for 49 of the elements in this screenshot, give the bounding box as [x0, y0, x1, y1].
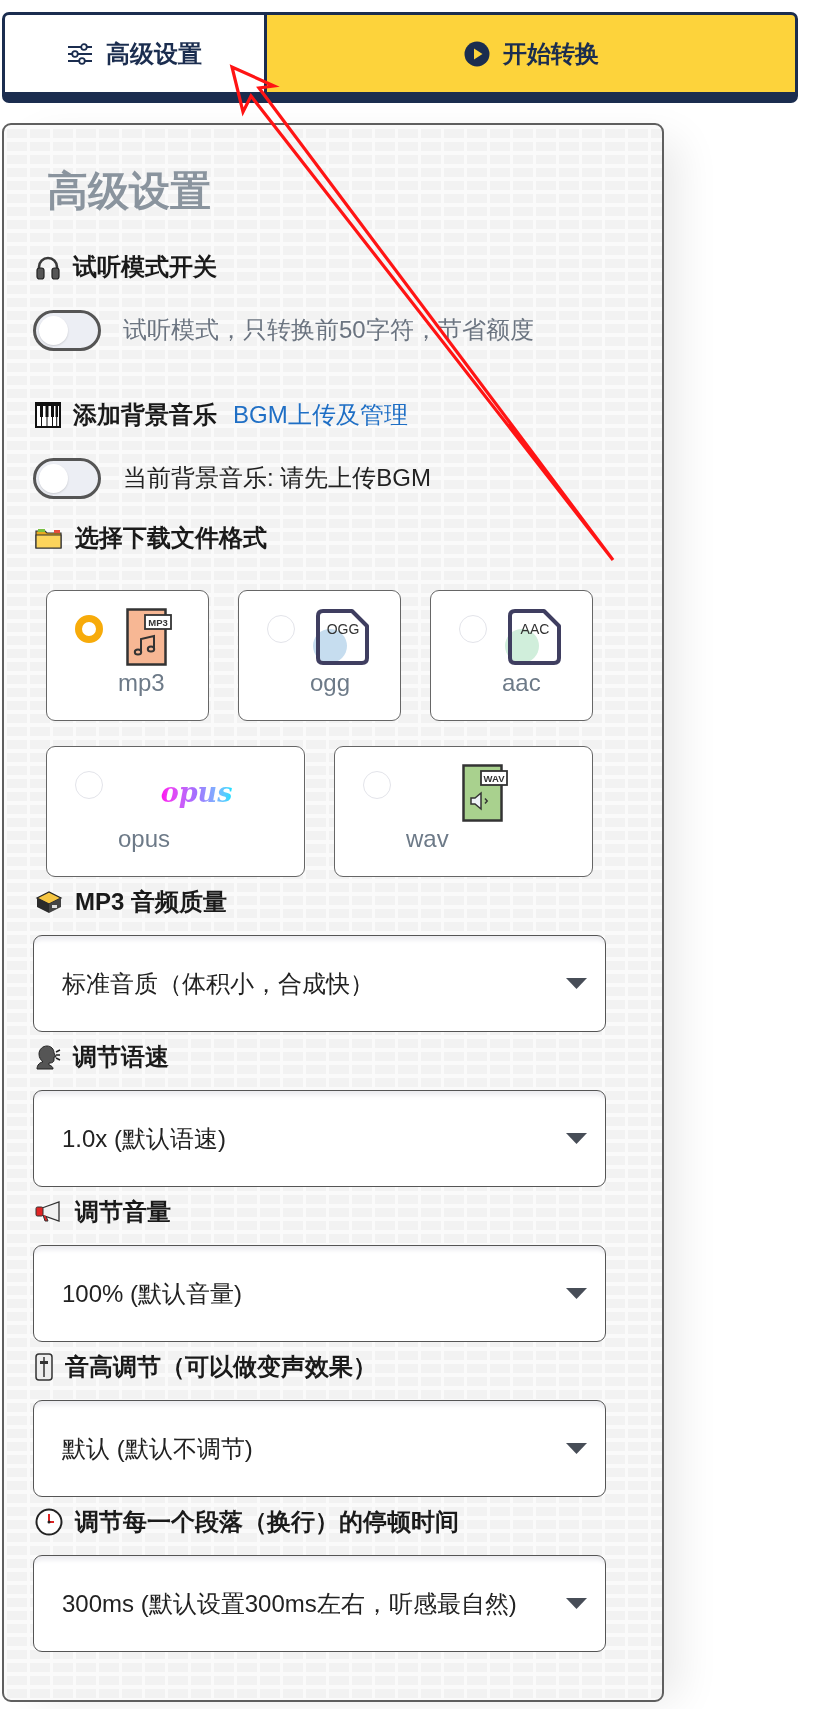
- dropdown[interactable]: 标准音质（体积小，合成快）: [33, 935, 606, 1032]
- section-heading: 调节语速: [73, 1042, 169, 1072]
- section-heading: MP3 音频质量: [75, 887, 227, 917]
- format-option[interactable]: OGG ogg: [238, 590, 401, 721]
- file-box-icon: [35, 890, 63, 914]
- caret-icon: [566, 1443, 587, 1454]
- toggle-switch[interactable]: [33, 309, 101, 351]
- play-icon: [463, 40, 490, 67]
- folder-icon: [35, 527, 63, 549]
- section-heading: 音高调节（可以做变声效果）: [65, 1352, 377, 1382]
- section-heading: 调节每一个段落（换行）的停顿时间: [75, 1507, 459, 1537]
- sliders-icon: [67, 42, 93, 65]
- format-label: OGG: [326, 621, 359, 637]
- section-heading: 选择下载文件格式: [75, 523, 267, 553]
- format-option[interactable]: WAV wav: [334, 746, 593, 877]
- caret-icon: [566, 1288, 587, 1299]
- speaker-file-icon: [461, 764, 503, 822]
- caret-icon: [566, 1598, 587, 1609]
- section-heading: 试听模式开关: [73, 252, 217, 282]
- piano-keys-icon: [35, 402, 61, 428]
- panel-title: 高级设置: [47, 167, 212, 216]
- clock-icon: [35, 1508, 63, 1536]
- dropdown[interactable]: 默认 (默认不调节): [33, 1400, 606, 1497]
- radio-button[interactable]: [75, 615, 103, 643]
- caret-icon: [566, 1133, 587, 1144]
- caret-icon: [566, 978, 587, 989]
- format-option[interactable]: opus opus: [46, 746, 305, 877]
- level-slider-icon: [35, 1353, 53, 1381]
- format-badge: WAV: [479, 770, 508, 786]
- dropdown[interactable]: 300ms (默认设置300ms左右，听感最自然): [33, 1555, 606, 1652]
- format-badge: MP3: [143, 614, 172, 630]
- dropdown[interactable]: 1.0x (默认语速): [33, 1090, 606, 1187]
- format-option[interactable]: MP3 mp3: [46, 590, 209, 721]
- music-file-icon: [125, 608, 167, 666]
- format-option[interactable]: AAC aac: [430, 590, 593, 721]
- settings-button[interactable]: 高级设置: [5, 15, 264, 92]
- section-heading: 添加背景音乐: [73, 400, 217, 430]
- toggle-switch[interactable]: [33, 457, 101, 499]
- section-heading: 调节音量: [75, 1197, 171, 1227]
- document-icon: [315, 609, 369, 665]
- dropdown[interactable]: 100% (默认音量): [33, 1245, 606, 1342]
- megaphone-icon: [35, 1201, 63, 1223]
- speaking-head-icon: [35, 1044, 61, 1070]
- headphones-icon: [35, 254, 61, 280]
- bgm-link[interactable]: BGM上传及管理: [233, 398, 408, 432]
- format-label: AAC: [520, 621, 549, 637]
- document-icon: [507, 609, 561, 665]
- toggle-label: 当前背景音乐: 请先上传BGM: [123, 463, 431, 493]
- start-button[interactable]: 开始转换: [267, 15, 795, 92]
